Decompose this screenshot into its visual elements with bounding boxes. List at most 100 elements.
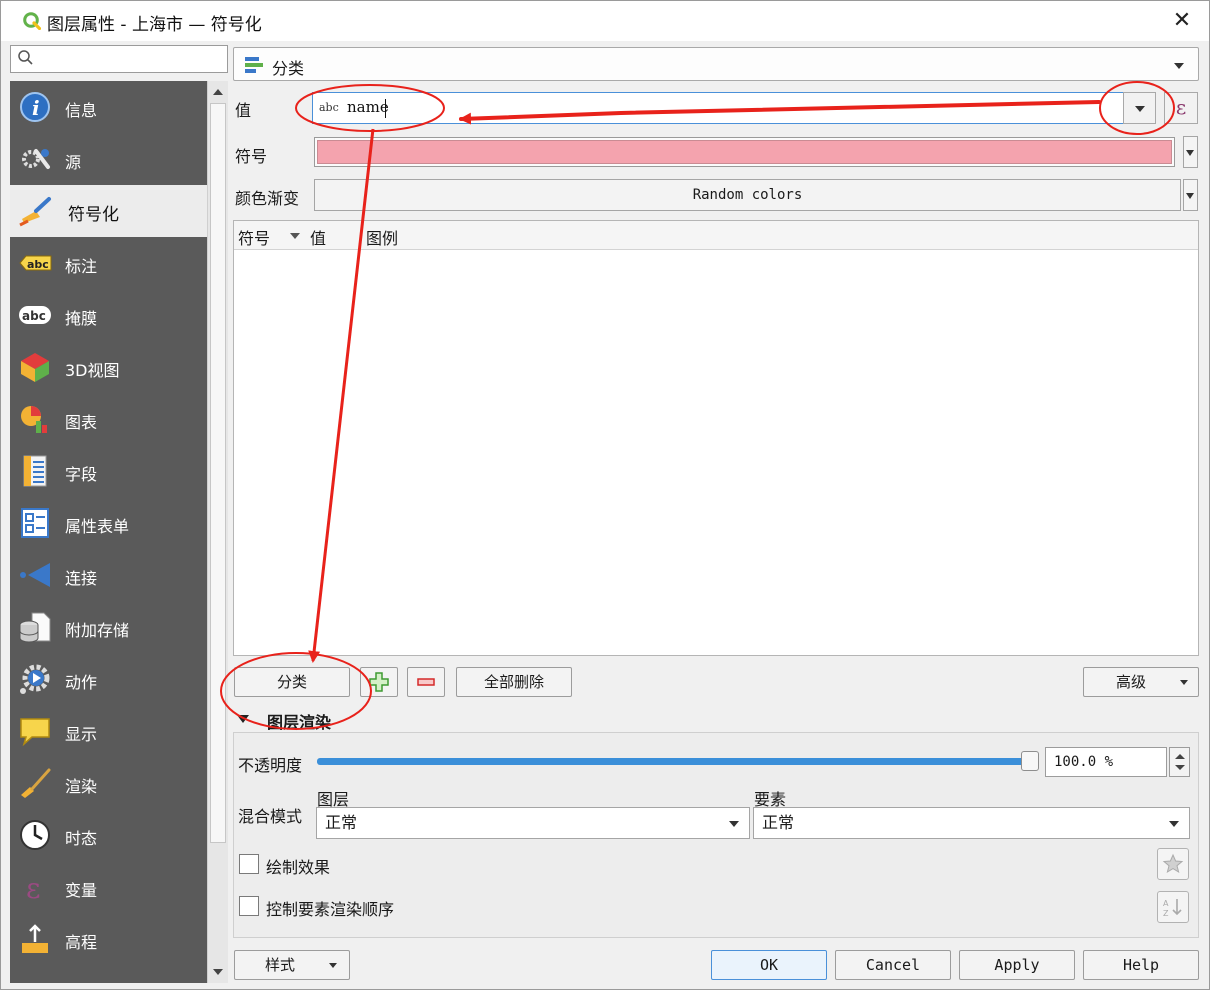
svg-text:ε: ε — [26, 872, 41, 903]
scroll-down-icon[interactable] — [213, 969, 223, 975]
fields-icon — [23, 455, 47, 487]
svg-text:i: i — [32, 96, 40, 120]
search-icon — [18, 50, 33, 65]
sidebar-item-label: 图表 — [65, 413, 98, 432]
column-header-value[interactable]: 值 — [310, 225, 326, 249]
actions-gear-icon — [20, 664, 50, 694]
chevron-down-icon — [1169, 821, 1179, 827]
sidebar-item-label: 掩膜 — [65, 309, 98, 328]
sort-az-icon: A Z — [1163, 899, 1182, 918]
classify-button[interactable]: 分类 — [234, 667, 350, 697]
apply-button[interactable]: Apply — [959, 950, 1075, 980]
sidebar-item-temporal[interactable]: 时态 — [10, 809, 207, 861]
opacity-slider-handle[interactable] — [1021, 751, 1039, 771]
scroll-up-icon[interactable] — [213, 89, 223, 95]
sidebar-item-joins[interactable]: 连接 — [10, 549, 207, 601]
chevron-down-icon — [329, 963, 337, 968]
chevron-down-icon — [729, 821, 739, 827]
sidebar-item-label: 连接 — [65, 569, 98, 588]
effects-settings-button[interactable] — [1157, 848, 1189, 880]
color-ramp-button[interactable]: Random colors — [314, 179, 1181, 211]
sidebar-item-label: 高程 — [65, 933, 98, 952]
sidebar-item-display[interactable]: 显示 — [10, 705, 207, 757]
color-ramp-dropdown-button[interactable] — [1183, 179, 1198, 211]
sidebar-item-fields[interactable]: 字段 — [10, 445, 207, 497]
sidebar-item-label: 信息 — [65, 101, 98, 120]
value-field-input[interactable]: abc name — [312, 92, 1156, 124]
opacity-spin-buttons[interactable] — [1169, 747, 1190, 777]
control-order-checkbox[interactable] — [239, 896, 259, 916]
sidebar-item-label: 显示 — [65, 725, 98, 744]
column-header-symbol[interactable]: 符号 — [238, 225, 270, 249]
renderer-type-select[interactable]: 分类 — [233, 47, 1199, 81]
temporal-clock-icon — [20, 820, 50, 850]
sidebar-item-symbology[interactable]: 符号化 — [10, 185, 207, 237]
chevron-down-icon — [1186, 193, 1194, 199]
order-settings-button[interactable]: A Z — [1157, 891, 1189, 923]
sidebar-search-input[interactable] — [10, 45, 228, 73]
sidebar-item-3d-view[interactable]: 3D视图 — [10, 341, 207, 393]
sidebar-item-auxiliary-storage[interactable]: 附加存储 — [10, 601, 207, 653]
delete-all-button[interactable]: 全部删除 — [456, 667, 572, 697]
blend-mode-label: 混合模式 — [238, 807, 303, 826]
symbol-dropdown-button[interactable] — [1183, 136, 1198, 168]
sidebar-scrollbar[interactable] — [207, 81, 228, 983]
advanced-button[interactable]: 高级 — [1083, 667, 1199, 697]
add-class-button[interactable] — [360, 667, 398, 697]
style-label: 样式 — [265, 956, 296, 974]
sidebar-item-variables[interactable]: ε 变量 — [10, 861, 207, 913]
layer-blend-select[interactable]: 正常 — [316, 807, 750, 839]
rendering-brush-icon — [21, 768, 51, 798]
value-field-dropdown-button[interactable] — [1123, 92, 1156, 124]
help-button[interactable]: Help — [1083, 950, 1199, 980]
classes-table[interactable]: 符号 值 图例 — [233, 220, 1199, 656]
sidebar-item-diagrams[interactable]: 图表 — [10, 393, 207, 445]
sidebar-item-label: 3D视图 — [65, 361, 120, 380]
chevron-down-icon — [1180, 680, 1188, 685]
style-button[interactable]: 样式 — [234, 950, 350, 980]
ok-button[interactable]: OK — [711, 950, 827, 980]
sidebar-item-info[interactable]: i 信息 — [10, 81, 207, 133]
sidebar-item-label: 时态 — [65, 829, 98, 848]
sidebar-item-rendering[interactable]: 渲染 — [10, 757, 207, 809]
draw-effects-checkbox[interactable] — [239, 854, 259, 874]
svg-text:abc: abc — [22, 309, 46, 323]
symbol-button[interactable] — [314, 137, 1175, 167]
expression-button[interactable]: ε — [1164, 92, 1198, 124]
sidebar-item-mask[interactable]: abc 掩膜 — [10, 289, 207, 341]
remove-class-button[interactable] — [407, 667, 445, 697]
spin-down-icon[interactable] — [1175, 765, 1185, 770]
opacity-label: 不透明度 — [238, 756, 303, 775]
sidebar-item-attribute-form[interactable]: 属性表单 — [10, 497, 207, 549]
sidebar-item-labels[interactable]: abc 标注 — [10, 237, 207, 289]
close-button[interactable]: ✕ — [1167, 7, 1197, 35]
attribute-form-icon — [21, 508, 49, 538]
layer-rendering-title: 图层渲染 — [267, 713, 332, 732]
cancel-button[interactable]: Cancel — [835, 950, 951, 980]
diagram-icon — [21, 406, 47, 433]
column-header-legend[interactable]: 图例 — [366, 225, 398, 249]
minus-icon — [417, 678, 435, 686]
sidebar-item-source[interactable]: 源 — [10, 133, 207, 185]
opacity-spinbox[interactable]: 100.0 % — [1045, 747, 1167, 777]
3d-cube-icon — [21, 353, 49, 382]
spin-up-icon[interactable] — [1175, 754, 1185, 759]
symbol-swatch — [317, 140, 1172, 164]
advanced-label: 高级 — [1116, 673, 1147, 691]
sidebar-list: i 信息 源 符号化 abc 标注 abc 掩膜 3D视图 图表 字段 属性表单… — [10, 81, 207, 983]
opacity-slider[interactable] — [317, 758, 1033, 765]
sidebar-item-actions[interactable]: 动作 — [10, 653, 207, 705]
source-wrench-icon — [22, 149, 50, 169]
symbol-label: 符号 — [235, 147, 268, 166]
value-label: 值 — [235, 101, 252, 120]
chevron-down-icon — [1135, 106, 1145, 112]
feature-blend-select[interactable]: 正常 — [753, 807, 1190, 839]
sidebar-item-elevation[interactable]: 高程 — [10, 913, 207, 965]
symbology-brush-icon — [19, 197, 51, 227]
title-bar: 图层属性 - 上海市 — 符号化 ✕ — [1, 1, 1209, 41]
scroll-thumb[interactable] — [210, 103, 226, 843]
collapse-triangle-icon — [237, 715, 249, 723]
svg-text:Z: Z — [1163, 909, 1169, 918]
text-caret — [385, 99, 386, 118]
svg-text:abc: abc — [27, 258, 49, 271]
